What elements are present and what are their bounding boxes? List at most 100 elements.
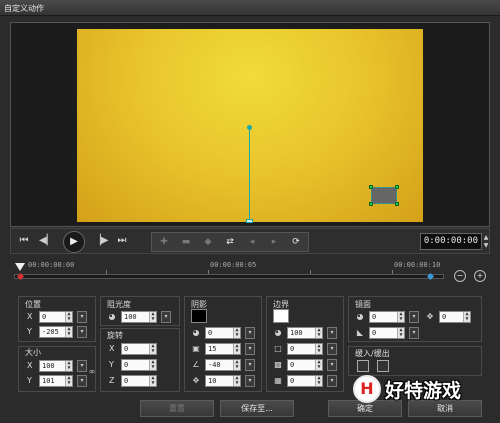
shadow-blur-dropdown[interactable]: ▾ (245, 343, 255, 355)
fade-out-icon[interactable] (377, 360, 389, 372)
anchor-handle[interactable] (246, 219, 253, 223)
next-frame-icon[interactable]: ▕▶ (93, 232, 108, 250)
border-softness-input[interactable]: 0 ▲ ▼ (287, 375, 323, 387)
border-softness-dropdown[interactable]: ▾ (327, 375, 337, 387)
size-y-input[interactable]: 101 ▲ ▼ (39, 375, 73, 387)
preview-canvas[interactable] (77, 29, 423, 223)
copy-keyframe-icon[interactable]: ⟳ (288, 235, 304, 249)
mirror-opacity-stepper[interactable]: ▲ ▼ (397, 312, 404, 322)
shadow-blur-input[interactable]: 15 ▲ ▼ (205, 343, 241, 355)
border-width-input[interactable]: 0 ▲ ▼ (287, 343, 323, 355)
mirror-distance-input[interactable]: 0 ▲ ▼ (369, 327, 405, 339)
position-x-input[interactable]: 0 ▲ ▼ (39, 311, 73, 323)
mirror-offset-input[interactable]: 0 ▲ ▼ (439, 311, 471, 323)
shadow-opacity-dropdown[interactable]: ▾ (245, 327, 255, 339)
rotation-y-stepper[interactable]: ▲ ▼ (149, 360, 156, 370)
reset-button[interactable]: 重置 (140, 400, 214, 417)
border-opacity-dropdown[interactable]: ▾ (327, 327, 337, 339)
position-x-stepper[interactable]: ▲ ▼ (65, 312, 72, 322)
save-to-button[interactable]: 保存至... (220, 400, 294, 417)
border-blur-dropdown[interactable]: ▾ (327, 359, 337, 371)
clip-object[interactable] (369, 185, 399, 206)
rotation-y-input[interactable]: 0 ▲ ▼ (121, 359, 157, 371)
motion-path-line (249, 127, 250, 223)
border-width-dropdown[interactable]: ▾ (327, 343, 337, 355)
resize-handle-bl[interactable] (369, 202, 373, 206)
rotation-x-label: X (109, 344, 115, 353)
size-x-value: 100 (42, 362, 55, 370)
position-x-dropdown[interactable]: ▾ (77, 311, 87, 323)
shadow-distance-icon: ✥ (192, 376, 200, 385)
position-y-dropdown[interactable]: ▾ (77, 326, 87, 338)
opacity-input[interactable]: 100 ▲ ▼ (121, 311, 157, 323)
go-to-end-icon[interactable]: ⏭ (115, 232, 129, 250)
shadow-blur-stepper[interactable]: ▲ ▼ (233, 344, 240, 354)
size-x-dropdown[interactable]: ▾ (77, 360, 87, 372)
move-keyframe-icon[interactable]: ⇄ (222, 235, 238, 249)
size-x-input[interactable]: 100 ▲ ▼ (39, 360, 73, 372)
resize-handle-br[interactable] (395, 202, 399, 206)
position-y-stepper[interactable]: ▲ ▼ (65, 327, 72, 337)
shadow-blur-icon: ▣ (192, 344, 200, 353)
previous-frame-icon[interactable]: ◀▏ (39, 232, 54, 250)
opacity-dropdown[interactable]: ▾ (161, 311, 171, 323)
size-label: 大小 (25, 348, 41, 357)
timeline: 00:00:00:00 00:00:00:05 00:00:00:10 − + (10, 258, 490, 286)
transport-bar: ⏮ ◀▏ ▶ ▕▶ ⏭ ✚ ▬ ◆ ⇄ ◂ ▸ ⟳ 0:00:00:00 ▲ ▼ (10, 228, 490, 254)
mirror-distance-dropdown[interactable]: ▾ (409, 327, 419, 339)
shadow-angle-icon: ∠ (192, 360, 200, 369)
border-panel: 边界 ◕ 100 ▲ ▼ ▾ □ 0 ▲ ▼ ▾ ▩ 0 ▲ ▼ ▾ ▦ 0 ▲ ▼ ▾ (266, 296, 344, 392)
motion-path-point[interactable] (247, 125, 252, 130)
border-blur-input[interactable]: 0 ▲ ▼ (287, 359, 323, 371)
resize-handle-tl[interactable] (369, 185, 373, 189)
zoom-out-icon[interactable]: − (454, 270, 466, 282)
opacity-stepper[interactable]: ▲ ▼ (149, 312, 156, 322)
shadow-angle-input[interactable]: -40 ▲ ▼ (205, 359, 241, 371)
size-y-dropdown[interactable]: ▾ (77, 375, 87, 387)
shadow-opacity-stepper[interactable]: ▲ ▼ (233, 328, 240, 338)
border-softness-stepper[interactable]: ▲ ▼ (315, 376, 322, 386)
invert-keyframe-icon[interactable]: ◆ (200, 235, 216, 249)
shadow-opacity-input[interactable]: 0 ▲ ▼ (205, 327, 241, 339)
border-opacity-stepper[interactable]: ▲ ▼ (315, 328, 322, 338)
play-button[interactable]: ▶ (63, 231, 85, 253)
shadow-distance-stepper[interactable]: ▲ ▼ (233, 376, 240, 386)
previous-keyframe-icon[interactable]: ◂ (244, 235, 260, 249)
timecode-stepper[interactable]: ▲ ▼ (483, 234, 489, 250)
next-keyframe-icon[interactable]: ▸ (266, 235, 282, 249)
resize-handle-tr[interactable] (395, 185, 399, 189)
size-x-stepper[interactable]: ▲ ▼ (65, 361, 72, 371)
position-y-input[interactable]: -205 ▲ ▼ (39, 326, 73, 338)
mirror-offset-stepper[interactable]: ▲ ▼ (463, 312, 470, 322)
mirror-opacity-dropdown[interactable]: ▾ (409, 311, 419, 323)
rotation-x-stepper[interactable]: ▲ ▼ (149, 344, 156, 354)
remove-keyframe-icon[interactable]: ▬ (178, 235, 194, 249)
shadow-distance-input[interactable]: 10 ▲ ▼ (205, 375, 241, 387)
fade-panel: 缓入/缓出 (348, 346, 482, 376)
go-to-start-icon[interactable]: ⏮ (17, 232, 31, 250)
add-keyframe-icon[interactable]: ✚ (156, 235, 172, 249)
mirror-opacity-input[interactable]: 0 ▲ ▼ (369, 311, 405, 323)
timeline-track[interactable] (14, 274, 444, 279)
playhead[interactable] (15, 263, 25, 271)
border-color-swatch[interactable] (273, 309, 289, 323)
timecode-display[interactable]: 0:00:00:00 (420, 233, 482, 250)
rotation-z-label: Z (109, 376, 115, 385)
link-aspect-icon[interactable]: ∞ (87, 367, 97, 377)
mirror-offset-value: 0 (442, 313, 447, 321)
opacity-value: 100 (124, 313, 137, 321)
border-blur-stepper[interactable]: ▲ ▼ (315, 360, 322, 370)
shadow-angle-stepper[interactable]: ▲ ▼ (233, 360, 240, 370)
border-opacity-input[interactable]: 100 ▲ ▼ (287, 327, 323, 339)
rotation-z-input[interactable]: 0 ▲ ▼ (121, 375, 157, 387)
shadow-color-swatch[interactable] (191, 309, 207, 323)
zoom-in-icon[interactable]: + (474, 270, 486, 282)
size-y-stepper[interactable]: ▲ ▼ (65, 376, 72, 386)
shadow-distance-dropdown[interactable]: ▾ (245, 375, 255, 387)
border-width-stepper[interactable]: ▲ ▼ (315, 344, 322, 354)
shadow-angle-dropdown[interactable]: ▾ (245, 359, 255, 371)
rotation-x-input[interactable]: 0 ▲ ▼ (121, 343, 157, 355)
mirror-distance-stepper[interactable]: ▲ ▼ (397, 328, 404, 338)
rotation-z-stepper[interactable]: ▲ ▼ (149, 376, 156, 386)
fade-in-icon[interactable] (357, 360, 369, 372)
